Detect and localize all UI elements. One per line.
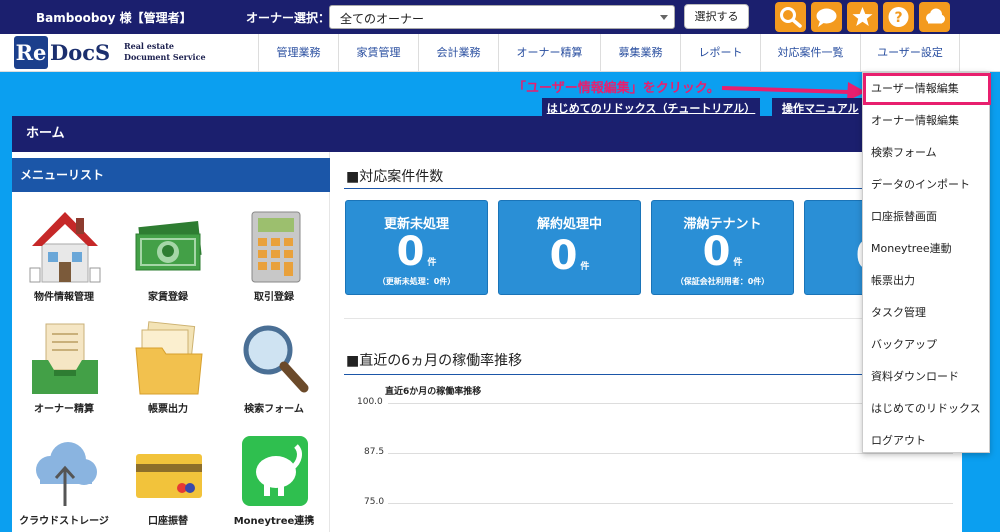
menu-item-search-form[interactable]: 検索フォーム	[224, 320, 324, 430]
stat-card-count-row: 0件	[499, 233, 640, 279]
help-icon: ?	[888, 7, 909, 27]
home-title: ホーム	[12, 116, 962, 152]
menu-item-owner-settlement[interactable]: オーナー精算	[14, 320, 114, 430]
home-panel: ホーム メニューリスト 物件情報管理 家賃登録 取引登録 オーナー精算 帳票出力…	[12, 116, 962, 532]
owner-select-value: 全てのオーナー	[340, 12, 425, 26]
menu-item-label: 帳票出力	[148, 404, 188, 415]
dropdown-item-tasks[interactable]: タスク管理	[863, 297, 991, 329]
credit-card-icon	[136, 454, 202, 498]
menu-list: メニューリスト 物件情報管理 家賃登録 取引登録 オーナー精算 帳票出力 検索フ…	[12, 152, 330, 532]
menu-item-transaction[interactable]: 取引登録	[224, 208, 324, 318]
cloud-icon-button[interactable]	[919, 2, 950, 32]
menu-list-header: メニューリスト	[12, 158, 330, 192]
nav-item-accounting[interactable]: 会計業務	[418, 34, 498, 72]
nav-item-management[interactable]: 管理業務	[258, 34, 338, 72]
logo-subtitle: Real estate Document Service	[124, 41, 224, 63]
menu-item-property[interactable]: 物件情報管理	[14, 208, 114, 318]
dropdown-item-data-import[interactable]: データのインポート	[863, 169, 991, 201]
stat-card-count: 0	[396, 229, 425, 275]
stat-card-title: 解約処理中	[536, 217, 602, 232]
star-icon	[852, 7, 873, 26]
stat-card-count-row: 0件	[652, 229, 793, 275]
user-label: Bambooboy 様【管理者】	[36, 11, 192, 25]
y-tick-label: 87.5	[364, 447, 385, 457]
nav-item-cases[interactable]: 対応案件一覧	[760, 34, 860, 72]
dropdown-item-user-info-edit[interactable]: ユーザー情報編集	[863, 73, 991, 105]
dropdown-item-forms[interactable]: 帳票出力	[863, 265, 991, 297]
nav-item-rent[interactable]: 家賃管理	[338, 34, 418, 72]
nav-item-owner-settlement[interactable]: オーナー精算	[498, 34, 600, 72]
dropdown-item-moneytree[interactable]: Moneytree連動	[863, 233, 991, 265]
stat-card-unit: 件	[733, 258, 743, 268]
chart-title: 直近6か月の稼働率推移	[385, 387, 482, 397]
y-tick-label: 75.0	[364, 497, 385, 507]
callout-annotation: 「ユーザー情報編集」をクリック。	[513, 81, 720, 96]
logo-sub-line1: Real estate	[124, 41, 175, 51]
stat-card-delinquent[interactable]: 滞納テナント 0件 （保証会社利用者：0件）	[651, 200, 794, 295]
chat-icon	[816, 8, 837, 27]
menu-item-label: 取引登録	[254, 292, 294, 303]
dropdown-item-backup[interactable]: バックアップ	[863, 329, 991, 361]
menu-item-label: クラウドストレージ	[19, 516, 109, 527]
dropdown-item-account-transfer[interactable]: 口座振替画面	[863, 201, 991, 233]
menu-item-label: 口座振替	[148, 516, 188, 527]
svg-text:?: ?	[894, 10, 902, 26]
stat-card-count-row: 0件	[346, 229, 487, 275]
stat-card-unit: 件	[580, 262, 590, 272]
chat-icon-button[interactable]	[811, 2, 842, 32]
calculator-icon	[251, 211, 301, 283]
nav-item-recruitment[interactable]: 募集業務	[600, 34, 680, 72]
menu-item-moneytree[interactable]: Moneytree連携	[224, 432, 324, 532]
star-icon-button[interactable]	[847, 2, 878, 32]
logo-re: Re	[14, 36, 48, 69]
owner-select-dropdown[interactable]: 全てのオーナー	[329, 5, 675, 29]
chart-section-title: ■直近の6ヵ月の稼働率推移	[346, 353, 523, 369]
gridline	[388, 503, 953, 504]
stat-card-count: 0	[702, 229, 731, 275]
chevron-down-icon	[660, 15, 668, 20]
inbox-tray-icon	[32, 323, 98, 394]
cases-section-title: ■対応案件件数	[346, 169, 444, 185]
menu-item-label: Moneytree連携	[233, 516, 315, 527]
stat-card-unit: 件	[427, 258, 437, 268]
user-settings-dropdown: ユーザー情報編集 オーナー情報編集 検索フォーム データのインポート 口座振替画…	[862, 72, 991, 453]
stat-card-renewal[interactable]: 更新未処理 0件 （更新未処理：0件）	[345, 200, 488, 295]
search-icon-button[interactable]	[775, 2, 806, 32]
dropdown-item-logout[interactable]: ログアウト	[863, 425, 991, 457]
y-tick-label: 100.0	[357, 397, 383, 407]
stat-card-cancellation[interactable]: 解約処理中 0件	[498, 200, 641, 295]
moneytree-icon	[242, 436, 308, 506]
stat-card-sub: （更新未処理：0件）	[377, 277, 456, 286]
stat-card-sub: （保証会社利用者：0件）	[675, 277, 770, 286]
owner-select-label: オーナー選択：	[246, 11, 331, 25]
cloud-upload-icon	[36, 442, 97, 506]
nav-item-report[interactable]: レポート	[680, 34, 760, 72]
dropdown-item-downloads[interactable]: 資料ダウンロード	[863, 361, 991, 393]
logo-docs: DocS	[50, 40, 111, 65]
nav-item-user-settings[interactable]: ユーザー設定	[860, 34, 960, 72]
select-button[interactable]: 選択する	[684, 4, 749, 29]
money-icon	[135, 220, 202, 271]
search-icon	[780, 7, 802, 28]
main-nav: Re DocS Real estate Document Service 管理業…	[0, 34, 1000, 72]
logo-sub-line2: Document Service	[124, 52, 206, 62]
top-bar: Bambooboy 様【管理者】 オーナー選択： 全てのオーナー 選択する ?	[0, 0, 1000, 34]
menu-item-account-transfer[interactable]: 口座振替	[118, 432, 218, 532]
menu-item-rent[interactable]: 家賃登録	[118, 208, 218, 318]
dropdown-item-search-form[interactable]: 検索フォーム	[863, 137, 991, 169]
dropdown-item-owner-info-edit[interactable]: オーナー情報編集	[863, 105, 991, 137]
help-icon-button[interactable]: ?	[883, 2, 914, 32]
house-icon	[29, 212, 101, 283]
menu-item-cloud-storage[interactable]: クラウドストレージ	[14, 432, 114, 532]
folder-icon	[135, 321, 203, 395]
menu-item-label: 家賃登録	[148, 292, 188, 303]
menu-item-label: 物件情報管理	[34, 292, 94, 303]
menu-item-label: 検索フォーム	[244, 404, 304, 415]
dropdown-item-tutorial[interactable]: はじめてのリドックス	[863, 393, 991, 425]
menu-item-label: オーナー精算	[34, 404, 94, 415]
stat-card-count: 0	[549, 233, 578, 279]
cloud-icon	[926, 8, 945, 24]
menu-item-forms[interactable]: 帳票出力	[118, 320, 218, 430]
magnifier-icon	[243, 325, 309, 393]
